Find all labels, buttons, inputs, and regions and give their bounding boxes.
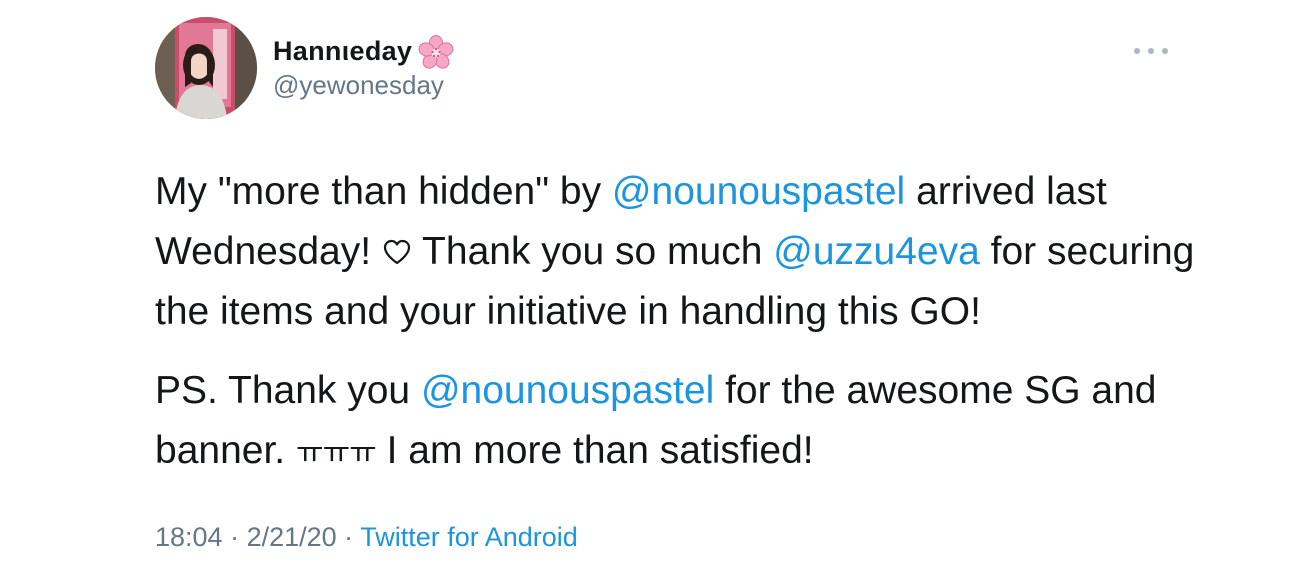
tweet-source-link[interactable]: Twitter for Android [360,522,578,552]
tweet-meta: 18:04 · 2/21/20 · Twitter for Android [155,522,578,553]
mention-link[interactable]: @uzzu4eva [773,230,980,273]
text-segment: Thank you so much [411,230,774,273]
user-handle[interactable]: @yewonesday [273,70,444,101]
dot [1148,48,1154,54]
avatar-photo [155,17,257,119]
cherry-blossom-icon [418,34,454,70]
tweet-date[interactable]: 2/21/20 [247,522,337,552]
tweet-paragraph-2: PS. Thank you @nounouspastel for the awe… [155,361,1215,484]
heart-outline-icon [382,224,412,265]
tweet-paragraph-1: My "more than hidden" by @nounouspastel … [155,162,1215,342]
mention-link[interactable]: @nounouspastel [612,170,905,213]
separator: · [336,522,361,552]
mention-link[interactable]: @nounouspastel [421,369,714,412]
text-segment: My "more than hidden" by [155,170,612,213]
tweet-text: My "more than hidden" by @nounouspastel … [155,162,1215,484]
display-name[interactable]: Hannιeday [273,33,454,69]
dot [1134,48,1140,54]
display-name-text: Hannιeday [273,35,413,66]
more-dots-icon[interactable] [1134,38,1168,64]
dot [1162,48,1168,54]
crying-emoticon: ㅠㅠㅠ [295,437,377,470]
text-segment: PS. Thank you [155,369,421,412]
separator: · [222,522,247,552]
tweet-time[interactable]: 18:04 [155,522,223,552]
avatar[interactable] [155,17,257,119]
tweet-card: Hannιeday @yewonesday My "more than hidd… [0,0,1316,575]
text-segment: I am more than satisfied! [375,429,814,472]
